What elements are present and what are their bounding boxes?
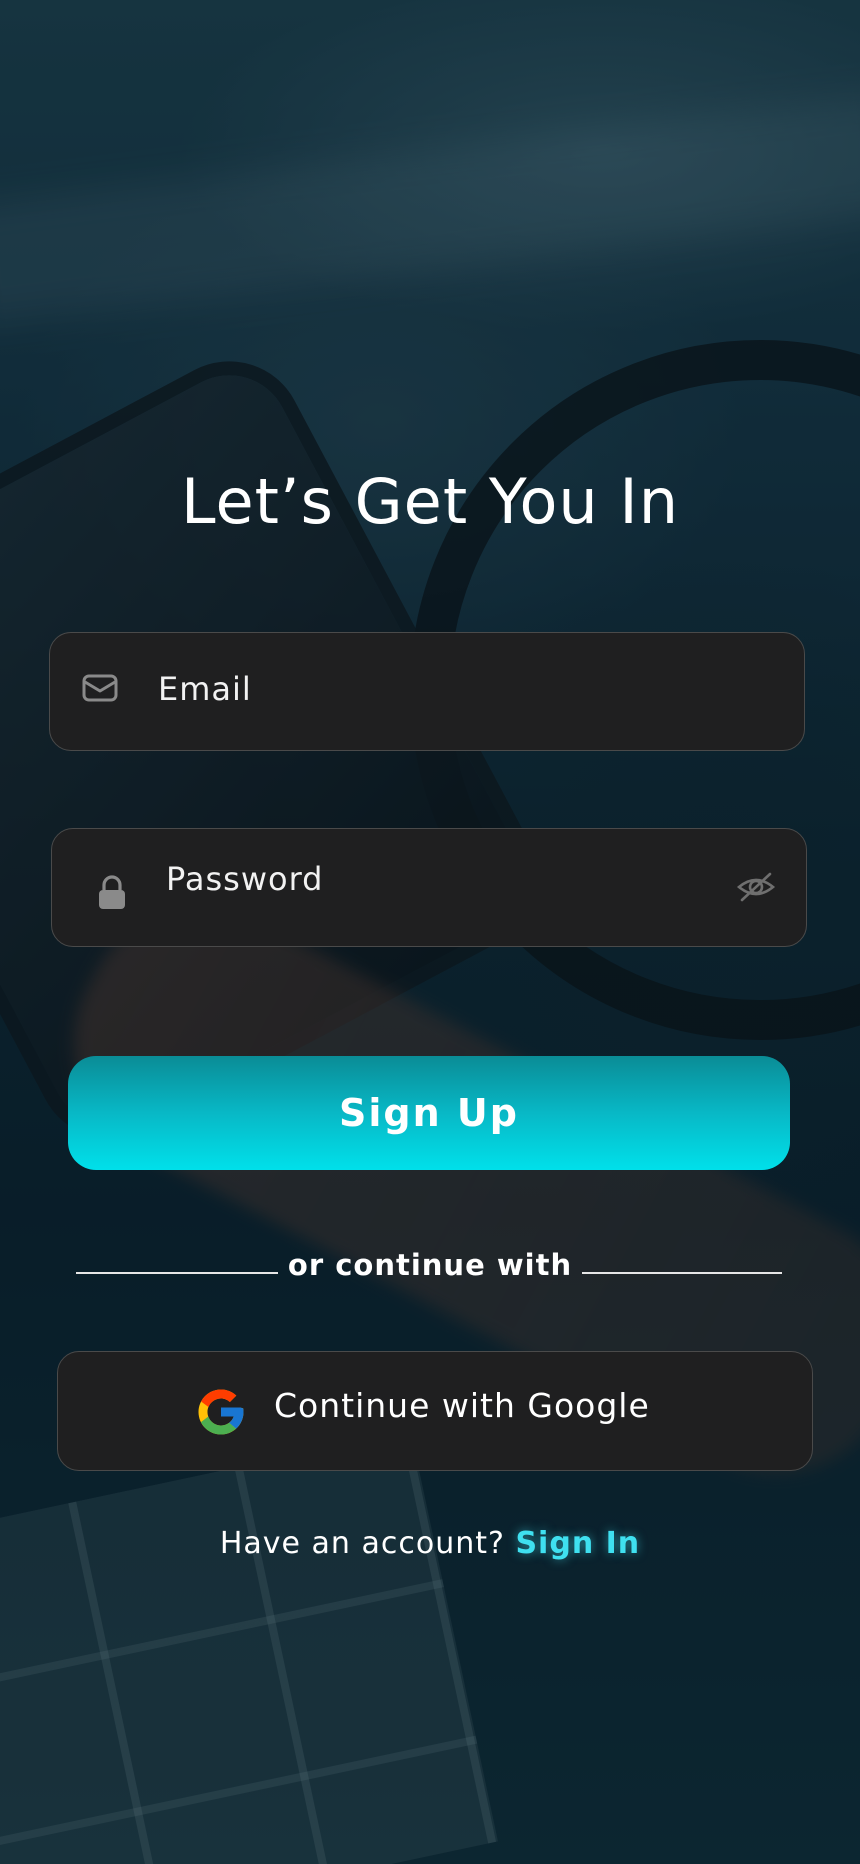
divider-line-right	[582, 1272, 782, 1274]
have-account-text: Have an account?	[219, 1526, 505, 1561]
google-button-label: Continue with Google	[274, 1386, 650, 1425]
mail-icon	[82, 674, 118, 702]
eye-off-icon[interactable]	[736, 871, 776, 903]
page-title: Let’s Get You In	[181, 465, 679, 538]
divider-text: or continue with	[287, 1248, 573, 1282]
google-icon	[198, 1389, 244, 1435]
continue-with-google-button[interactable]: Continue with Google	[57, 1351, 813, 1471]
email-field[interactable]	[49, 632, 805, 751]
email-input[interactable]	[156, 663, 760, 715]
password-field[interactable]	[51, 828, 807, 947]
sign-in-prompt: Have an account? Sign In	[0, 1526, 860, 1561]
sign-in-link[interactable]: Sign In	[515, 1526, 640, 1561]
password-input[interactable]	[164, 853, 668, 905]
signup-screen: Let’s Get You In Sign Up or continue wit…	[0, 0, 860, 1864]
divider-line-left	[76, 1272, 278, 1274]
sign-up-button[interactable]: Sign Up	[68, 1056, 790, 1170]
lock-icon	[99, 875, 125, 909]
